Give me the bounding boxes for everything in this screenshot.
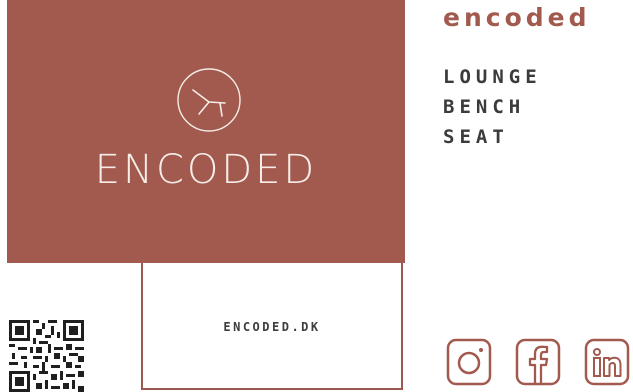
instagram-button[interactable] bbox=[446, 338, 492, 386]
facebook-button[interactable] bbox=[515, 338, 561, 386]
logo-wordmark: ENCODED bbox=[94, 147, 318, 193]
qr-code-icon[interactable] bbox=[9, 320, 84, 392]
product-line-lounge: LOUNGE bbox=[443, 66, 542, 88]
product-line-bench: BENCH bbox=[443, 96, 526, 118]
instagram-icon bbox=[446, 338, 492, 386]
brand-name: encoded bbox=[443, 3, 591, 32]
linkedin-icon bbox=[584, 338, 630, 386]
linkedin-button[interactable] bbox=[584, 338, 630, 386]
website-box: ENCODED.DK bbox=[141, 263, 403, 390]
facebook-icon bbox=[515, 338, 561, 386]
logo-block: ENCODED bbox=[7, 0, 405, 263]
page: ENCODED ENCODED.DK encoded LOUNGE BENCH … bbox=[0, 0, 633, 392]
product-lines: LOUNGE BENCH SEAT bbox=[443, 62, 542, 152]
website-link[interactable]: ENCODED.DK bbox=[143, 320, 401, 334]
product-line-seat: SEAT bbox=[443, 126, 509, 148]
chair-circle-logo-icon bbox=[177, 68, 241, 132]
